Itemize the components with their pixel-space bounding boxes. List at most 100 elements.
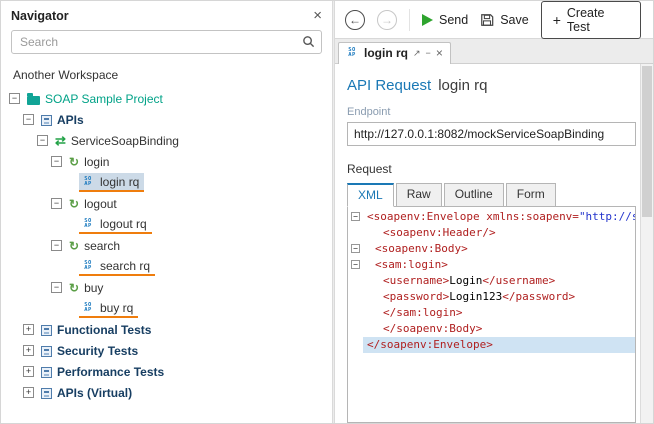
tree-item-functional-tests[interactable]: + Functional Tests	[1, 319, 332, 340]
xml-editor[interactable]: − <soapenv:Envelope xmlns:soapenv="http:/…	[347, 206, 636, 423]
operation-icon: ↻	[69, 197, 80, 211]
tree-item-label: Performance Tests	[57, 365, 165, 379]
expand-icon[interactable]: +	[23, 387, 34, 398]
code-line[interactable]: </soapenv:Envelope>	[348, 337, 635, 353]
scrollbar-thumb[interactable]	[642, 66, 652, 217]
collapse-icon[interactable]: −	[51, 198, 62, 209]
tree-item-label: logout	[84, 197, 117, 211]
collapse-icon[interactable]: −	[51, 156, 62, 167]
tree-item-apis[interactable]: − APIs	[1, 109, 332, 130]
tree-item-content: APIs	[39, 111, 89, 128]
tree-item-search[interactable]: − ↻ search	[1, 235, 332, 256]
tree-item-content: ↻ logout	[67, 195, 122, 212]
minimize-icon[interactable]: −	[426, 48, 431, 58]
binding-icon: ⇄	[55, 133, 66, 148]
tree-item-security-tests[interactable]: + Security Tests	[1, 340, 332, 361]
soap-icon: SO AP	[345, 47, 359, 59]
tree-item-buy[interactable]: − ↻ buy	[1, 277, 332, 298]
fold-icon[interactable]: −	[351, 260, 360, 269]
tree-item-apis-virtual[interactable]: + APIs (Virtual)	[1, 382, 332, 403]
tree-item-login-rq[interactable]: SO AP login rq	[1, 172, 332, 193]
request-tab-raw[interactable]: Raw	[395, 183, 442, 207]
vertical-scrollbar[interactable]	[640, 64, 653, 423]
tree-item-content: ↻ login	[67, 153, 114, 170]
tree-item-content: SO AP buy rq	[79, 299, 139, 318]
tree-item-search-rq[interactable]: SO AP search rq	[1, 256, 332, 277]
collapse-icon[interactable]: −	[23, 114, 34, 125]
request-tab-outline[interactable]: Outline	[443, 183, 504, 207]
endpoint-label: Endpoint	[347, 106, 391, 118]
soap-icon-text: AP	[84, 307, 92, 313]
tree-item-logout-rq[interactable]: SO AP logout rq	[1, 214, 332, 235]
code-line-text: <soapenv:Header/>	[363, 225, 635, 241]
fold-toggle[interactable]: −	[348, 241, 363, 257]
tree-item-buy-rq[interactable]: SO AP buy rq	[1, 298, 332, 319]
expand-icon[interactable]: +	[23, 345, 34, 356]
token-text: Login123	[449, 290, 503, 303]
module-icon	[41, 114, 52, 126]
collapse-icon[interactable]: −	[37, 135, 48, 146]
token-tag: <username>	[383, 274, 450, 287]
collapse-icon[interactable]: −	[9, 93, 20, 104]
code-line[interactable]: − <soapenv:Envelope xmlns:soapenv="http:/…	[348, 209, 635, 225]
soap-icon: SO AP	[81, 260, 95, 272]
tree-item-content: SOAP Sample Project	[25, 90, 168, 107]
tree-item-performance-tests[interactable]: + Performance Tests	[1, 361, 332, 382]
save-button[interactable]: Save	[480, 13, 529, 27]
tree-item-label: search	[84, 239, 121, 253]
token-attr: xmlns:soapenv=	[479, 210, 579, 223]
tree-item-content: APIs (Virtual)	[39, 384, 137, 401]
fold-toggle[interactable]: −	[348, 257, 363, 273]
module-icon	[41, 387, 52, 399]
tree-item-logout[interactable]: − ↻ logout	[1, 193, 332, 214]
create-test-button[interactable]: + Create Test	[540, 0, 641, 39]
tree-item-label: ServiceSoapBinding	[70, 134, 179, 148]
fold-icon[interactable]: −	[351, 212, 360, 221]
tree-item-soap-sample-project[interactable]: − SOAP Sample Project	[1, 88, 332, 109]
tree-item-label: login rq	[100, 175, 140, 189]
tree-item-login[interactable]: − ↻ login	[1, 151, 332, 172]
close-icon[interactable]: ×	[313, 8, 322, 23]
fold-toggle[interactable]: −	[348, 209, 363, 225]
code-line[interactable]: <soapenv:Header/>	[348, 225, 635, 241]
tab-close-icon[interactable]: ×	[436, 47, 443, 59]
detach-icon[interactable]: ↗	[413, 48, 421, 58]
request-label: Request	[347, 162, 392, 176]
send-button[interactable]: Send	[422, 13, 468, 27]
collapse-icon[interactable]: −	[51, 240, 62, 251]
back-button[interactable]: ←	[345, 9, 365, 30]
endpoint-input[interactable]	[347, 122, 636, 146]
fold-icon[interactable]: −	[351, 244, 360, 253]
soapui-window: Navigator × Another Workspace −SOAP Samp…	[0, 0, 654, 424]
search-input[interactable]	[11, 30, 322, 54]
navigator-tree: − SOAP Sample Project − APIs − ⇄ ServiceSoapBi…	[1, 86, 332, 423]
collapse-icon[interactable]: −	[51, 282, 62, 293]
request-editor: API Request login rq Endpoint Request XML…	[335, 64, 640, 423]
soap-icon-bottom: AP	[348, 52, 356, 58]
code-line[interactable]: <password>Login123</password>	[348, 289, 635, 305]
code-line[interactable]: <username>Login</username>	[348, 273, 635, 289]
tree-item-label: buy rq	[100, 301, 134, 315]
code-line-text: </soapenv:Envelope>	[363, 337, 635, 353]
tree-item-content: ↻ buy	[67, 279, 108, 296]
token-tag: </username>	[482, 274, 556, 287]
code-line-text: <username>Login</username>	[363, 273, 635, 289]
expand-icon[interactable]: +	[23, 324, 34, 335]
code-line[interactable]: − <soapenv:Body>	[348, 241, 635, 257]
code-line[interactable]: − <sam:login>	[348, 257, 635, 273]
token-value: "http://s	[578, 210, 635, 223]
gutter-cell	[348, 337, 363, 353]
code-line-text: <password>Login123</password>	[363, 289, 635, 305]
expand-icon[interactable]: +	[23, 366, 34, 377]
tree-item-content: Security Tests	[39, 342, 143, 359]
request-tab-xml[interactable]: XML	[347, 183, 394, 207]
code-line[interactable]: </sam:login>	[348, 305, 635, 321]
token-tag: <soapenv:Envelope	[367, 210, 480, 223]
tab-login-rq[interactable]: SO AP login rq ↗ − ×	[338, 42, 451, 64]
tree-item-servicesoapbinding[interactable]: − ⇄ ServiceSoapBinding	[1, 130, 332, 151]
request-tab-form[interactable]: Form	[505, 183, 556, 207]
search-icon	[303, 36, 315, 48]
code-line[interactable]: </soapenv:Body>	[348, 321, 635, 337]
forward-button[interactable]: →	[377, 9, 397, 30]
